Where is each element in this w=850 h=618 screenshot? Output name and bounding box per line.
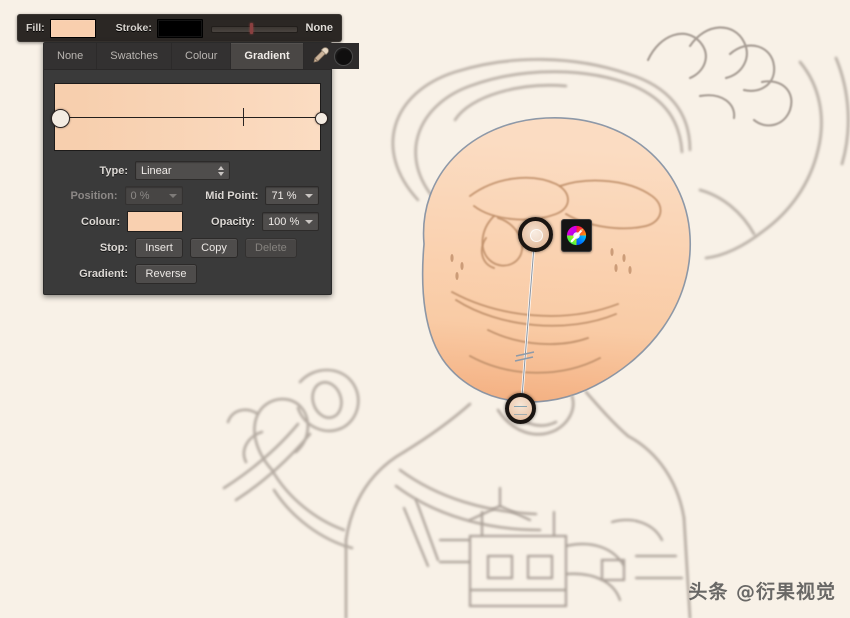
fill-swatch[interactable] xyxy=(49,18,96,38)
gradient-start-handle[interactable] xyxy=(518,217,553,252)
tab-gradient-label: Gradient xyxy=(244,50,290,62)
position-value: 0 % xyxy=(130,189,150,202)
opacity-input[interactable]: 100 % xyxy=(262,212,319,231)
stop-colour-swatch[interactable] xyxy=(127,211,184,232)
reverse-gradient-label: Reverse xyxy=(145,268,187,280)
midpoint-input[interactable]: 71 % xyxy=(265,186,319,205)
stroke-width-slider-thumb[interactable] xyxy=(249,23,253,34)
opacity-caret-icon[interactable] xyxy=(305,219,313,224)
gradient-panel: None Swatches Colour Gradient Type: Line… xyxy=(43,42,359,295)
gradient-preview-strip[interactable] xyxy=(50,83,328,151)
copy-stop-button[interactable]: Copy xyxy=(190,238,238,258)
current-colour-swatch[interactable] xyxy=(333,46,353,66)
gradient-label: Gradient: xyxy=(79,268,128,280)
tab-gradient[interactable]: Gradient xyxy=(231,43,304,69)
position-label: Position: xyxy=(70,189,118,202)
insert-stop-label: Insert xyxy=(145,242,173,254)
midpoint-value: 71 % xyxy=(271,189,297,202)
reverse-gradient-button[interactable]: Reverse xyxy=(135,264,197,284)
panel-tab-row: None Swatches Colour Gradient xyxy=(44,43,359,70)
colour-label: Colour: xyxy=(81,215,121,228)
eyedropper-icon[interactable] xyxy=(310,47,330,65)
fill-label: Fill: xyxy=(26,22,45,34)
tab-none[interactable]: None xyxy=(44,43,98,69)
insert-stop-button[interactable]: Insert xyxy=(135,238,183,258)
gradient-strip-container xyxy=(44,70,331,157)
type-stepper[interactable] xyxy=(212,165,224,176)
opacity-label: Opacity: xyxy=(211,215,256,228)
stroke-none-label[interactable]: None xyxy=(306,22,334,34)
gradient-mid-point-marker[interactable] xyxy=(243,108,245,126)
watermark: 头条 @衍果视觉 xyxy=(688,581,836,603)
midpoint-caret-icon[interactable] xyxy=(305,193,313,198)
colour-wheel-button[interactable] xyxy=(561,219,592,252)
gradient-axis-line xyxy=(55,117,320,118)
colour-wheel-icon xyxy=(566,225,587,246)
gradient-stop-start[interactable] xyxy=(50,108,70,128)
delete-stop-label: Delete xyxy=(255,242,287,254)
tab-colour-label: Colour xyxy=(185,50,218,62)
row-colour-opacity: Colour: Opacity: 100 % xyxy=(50,211,319,232)
gradient-end-handle[interactable] xyxy=(505,393,536,424)
copy-stop-label: Copy xyxy=(201,242,227,254)
row-type: Type: Linear xyxy=(50,161,319,180)
row-stop: Stop: Insert Copy Delete xyxy=(50,238,319,258)
tab-swatches[interactable]: Swatches xyxy=(97,43,172,69)
tab-none-label: None xyxy=(57,50,84,62)
stroke-swatch[interactable] xyxy=(156,18,203,38)
stroke-label: Stroke: xyxy=(115,22,152,34)
row-position-midpoint: Position: 0 % Mid Point: 71 % xyxy=(50,186,319,205)
opacity-value: 100 % xyxy=(268,215,300,228)
stop-label: Stop: xyxy=(99,242,128,254)
panel-tools xyxy=(303,43,359,69)
tab-colour[interactable]: Colour xyxy=(172,43,232,69)
gradient-stop-end[interactable] xyxy=(314,111,328,125)
midpoint-label: Mid Point: xyxy=(205,189,259,202)
type-label: Type: xyxy=(99,164,128,177)
position-input[interactable]: 0 % xyxy=(124,186,184,205)
type-select[interactable]: Linear xyxy=(135,161,230,180)
position-caret-icon[interactable] xyxy=(169,193,178,198)
row-gradient: Gradient: Reverse xyxy=(50,264,319,284)
stroke-width-slider-track xyxy=(210,26,298,33)
type-value: Linear xyxy=(141,164,172,177)
delete-stop-button: Delete xyxy=(245,238,297,258)
fill-stroke-toolbar: Fill: Stroke: None xyxy=(17,14,342,42)
stroke-width-slider[interactable] xyxy=(210,23,298,34)
tab-swatches-label: Swatches xyxy=(110,50,158,62)
gradient-form: Type: Linear Position: 0 % Mid Point: 71… xyxy=(44,157,331,284)
